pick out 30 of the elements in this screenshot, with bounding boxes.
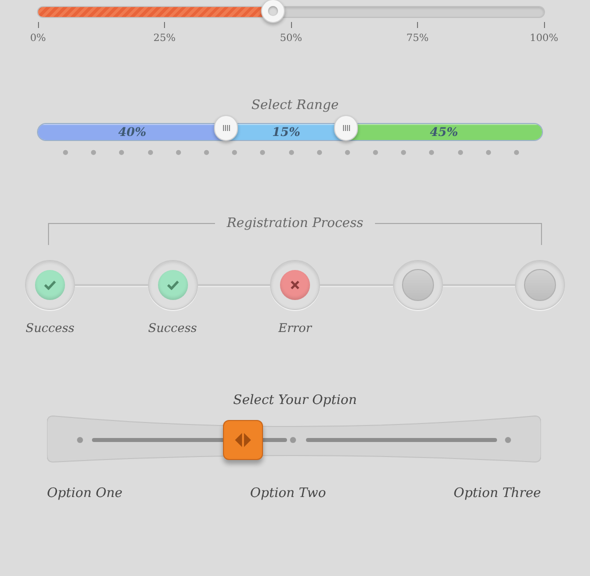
range-handle[interactable] [334, 114, 358, 140]
slider-thumb[interactable] [222, 420, 263, 460]
option-label[interactable]: Option Three [454, 484, 541, 504]
grip-icon [342, 124, 350, 130]
range-handle[interactable] [214, 114, 238, 140]
step-label: Error [278, 320, 312, 336]
tick-label: 75% [406, 32, 429, 46]
pending-indicator [402, 268, 434, 300]
pending-indicator [524, 268, 556, 300]
step-label: Success [26, 320, 74, 336]
slider-track[interactable] [37, 6, 545, 18]
tick-label: 50% [280, 32, 302, 46]
section-title: Registration Process [226, 214, 364, 232]
section-title: Select Your Option [233, 392, 357, 410]
tick-label: 0% [30, 32, 46, 46]
close-icon [290, 280, 300, 290]
check-icon [166, 280, 178, 290]
option-label[interactable]: Option One [47, 484, 122, 504]
tick-label: 25% [153, 32, 176, 46]
section-title: Select Range [251, 97, 339, 115]
step-label: Success [148, 320, 197, 336]
grip-icon [222, 124, 230, 130]
tick-label: 100% [530, 32, 558, 46]
left-right-arrows-icon [234, 433, 251, 447]
check-icon [44, 280, 56, 290]
segment-label: 40% [118, 124, 146, 140]
option-label[interactable]: Option Two [250, 484, 326, 504]
segment-label: 45% [430, 124, 458, 140]
segment-label: 15% [272, 124, 300, 140]
slider-thumb[interactable] [261, 0, 286, 23]
